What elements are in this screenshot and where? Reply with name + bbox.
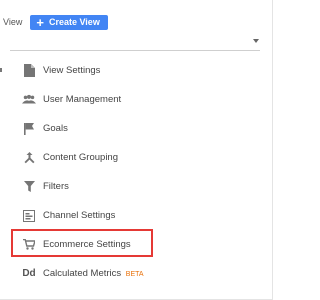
menu-item-label: Calculated Metrics BETA: [43, 268, 144, 279]
channel-icon: [22, 209, 36, 223]
create-view-button[interactable]: + Create View: [30, 14, 108, 30]
panel-right-border: [272, 0, 273, 300]
menu-item-content-grouping[interactable]: Content Grouping: [0, 143, 272, 172]
people-icon: [22, 93, 36, 107]
view-menu: View Settings User Management Goals Cont…: [0, 56, 272, 288]
dd-icon: Dd: [22, 268, 36, 279]
menu-item-view-settings[interactable]: View Settings: [0, 56, 272, 85]
calculated-metrics-text: Calculated Metrics: [43, 268, 122, 279]
plus-icon: +: [36, 14, 44, 30]
menu-item-label: User Management: [43, 94, 122, 105]
menu-item-label: View Settings: [43, 65, 101, 76]
flag-icon: [22, 122, 36, 136]
menu-item-calculated-metrics[interactable]: Dd Calculated Metrics BETA: [0, 259, 272, 288]
menu-item-goals[interactable]: Goals: [0, 114, 272, 143]
merge-icon: [22, 151, 36, 165]
menu-item-ecommerce-settings[interactable]: Ecommerce Settings: [0, 230, 272, 259]
document-icon: [22, 64, 36, 78]
view-label: View: [3, 17, 23, 27]
create-view-label: Create View: [48, 17, 100, 27]
view-header: View + Create View: [0, 13, 108, 31]
menu-item-channel-settings[interactable]: Channel Settings: [0, 201, 272, 230]
chevron-down-icon[interactable]: [253, 39, 259, 43]
view-selector[interactable]: [10, 50, 260, 51]
beta-badge: BETA: [125, 271, 144, 278]
menu-item-label: Filters: [43, 181, 69, 192]
menu-item-filters[interactable]: Filters: [0, 172, 272, 201]
menu-item-label: Ecommerce Settings: [43, 239, 131, 250]
menu-item-label: Content Grouping: [43, 152, 118, 163]
menu-item-label: Goals: [43, 123, 68, 134]
menu-item-user-management[interactable]: User Management: [0, 85, 272, 114]
view-admin-panel: View + Create View View Settings User Ma…: [0, 0, 273, 300]
funnel-icon: [22, 180, 36, 194]
menu-item-label: Channel Settings: [43, 210, 116, 221]
cart-icon: [22, 238, 36, 252]
